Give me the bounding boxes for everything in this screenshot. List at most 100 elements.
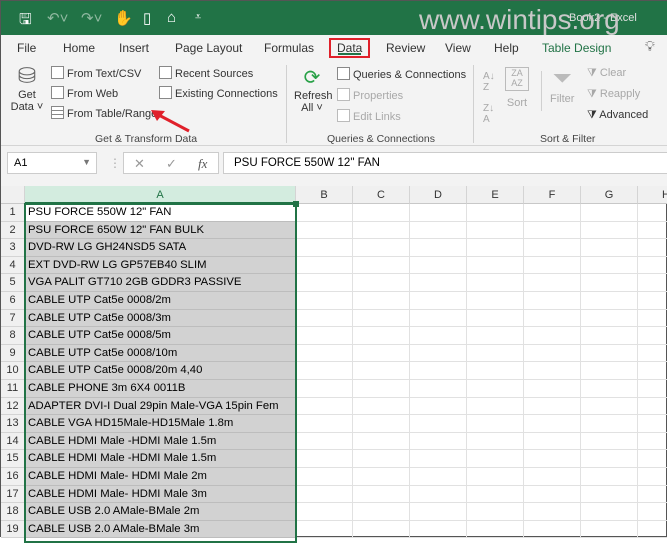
sort-button[interactable]: ZA AZ Sort	[505, 67, 529, 109]
empty-cell[interactable]	[638, 310, 667, 328]
empty-cell[interactable]	[581, 397, 638, 416]
empty-cell[interactable]	[296, 415, 353, 433]
empty-cell[interactable]	[524, 221, 581, 240]
empty-cell[interactable]	[353, 468, 410, 486]
empty-cell[interactable]	[524, 309, 581, 328]
empty-cell[interactable]	[296, 204, 353, 222]
empty-cell[interactable]	[467, 362, 524, 380]
empty-cell[interactable]	[524, 397, 581, 416]
empty-cell[interactable]	[638, 503, 667, 521]
row-header[interactable]: 8	[1, 327, 25, 345]
empty-cell[interactable]	[296, 520, 353, 539]
empty-cell[interactable]	[467, 485, 524, 504]
empty-cell[interactable]	[353, 292, 410, 310]
empty-cell[interactable]	[524, 450, 581, 468]
empty-cell[interactable]	[581, 503, 638, 521]
empty-cell[interactable]	[467, 503, 524, 521]
recent-sources-button[interactable]: Recent Sources	[159, 66, 253, 80]
cell-a[interactable]: PSU FORCE 550W 12" FAN	[25, 204, 296, 222]
cancel-icon[interactable]: ✕	[134, 156, 145, 172]
existing-connections-button[interactable]: Existing Connections	[159, 86, 278, 100]
empty-cell[interactable]	[410, 450, 467, 468]
empty-cell[interactable]	[410, 239, 467, 257]
from-table-range-button[interactable]: From Table/Range	[51, 106, 157, 120]
from-web-button[interactable]: From Web	[51, 86, 118, 100]
empty-cell[interactable]	[353, 362, 410, 380]
empty-cell[interactable]	[296, 432, 353, 451]
row-header[interactable]: 6	[1, 292, 25, 310]
cell-a[interactable]: CABLE HDMI Male -HDMI Male 1.5m	[25, 432, 296, 451]
empty-cell[interactable]	[353, 256, 410, 275]
empty-cell[interactable]	[410, 327, 467, 345]
empty-cell[interactable]	[524, 503, 581, 521]
empty-cell[interactable]	[638, 468, 667, 486]
cell-a[interactable]: CABLE PHONE 3m 6X4 0011B	[25, 380, 296, 398]
empty-cell[interactable]	[410, 485, 467, 504]
empty-cell[interactable]	[638, 415, 667, 433]
row-header[interactable]: 19	[1, 520, 25, 539]
empty-cell[interactable]	[296, 256, 353, 275]
empty-cell[interactable]	[467, 415, 524, 433]
empty-cell[interactable]	[581, 221, 638, 240]
empty-cell[interactable]	[581, 520, 638, 539]
empty-cell[interactable]	[410, 256, 467, 275]
empty-cell[interactable]	[467, 274, 524, 292]
empty-cell[interactable]	[296, 327, 353, 345]
row-header[interactable]: 16	[1, 468, 25, 486]
row-header[interactable]: 9	[1, 344, 25, 363]
row-header[interactable]: 3	[1, 239, 25, 257]
save-icon[interactable]: 🖫	[19, 9, 32, 34]
empty-cell[interactable]	[524, 468, 581, 486]
empty-cell[interactable]	[581, 362, 638, 380]
empty-cell[interactable]	[638, 398, 667, 416]
column-header-e[interactable]: E	[467, 186, 524, 204]
name-box[interactable]: A1 ▼	[7, 152, 97, 174]
row-header[interactable]: 7	[1, 309, 25, 328]
empty-cell[interactable]	[410, 415, 467, 433]
empty-cell[interactable]	[581, 204, 638, 222]
row-header[interactable]: 12	[1, 397, 25, 416]
column-header-a[interactable]: A	[25, 186, 296, 204]
empty-cell[interactable]	[467, 344, 524, 363]
refresh-all-button[interactable]: ⟳ Refresh All ˅	[294, 65, 333, 114]
empty-cell[interactable]	[410, 221, 467, 240]
empty-cell[interactable]	[467, 327, 524, 345]
empty-cell[interactable]	[581, 327, 638, 345]
fill-handle[interactable]	[293, 201, 299, 207]
row-header[interactable]: 1	[1, 204, 25, 222]
empty-cell[interactable]	[467, 292, 524, 310]
empty-cell[interactable]	[467, 221, 524, 240]
new-file-icon[interactable]: ▯	[143, 9, 151, 27]
empty-cell[interactable]	[638, 362, 667, 380]
enter-icon[interactable]: ✓	[166, 156, 177, 172]
row-header[interactable]: 18	[1, 503, 25, 521]
empty-cell[interactable]	[524, 380, 581, 398]
empty-cell[interactable]	[524, 362, 581, 380]
cell-a[interactable]: CABLE UTP Cat5e 0008/5m	[25, 327, 296, 345]
column-header-b[interactable]: B	[296, 186, 353, 204]
empty-cell[interactable]	[467, 450, 524, 468]
open-folder-icon[interactable]: ⌂	[167, 9, 176, 26]
empty-cell[interactable]	[581, 344, 638, 363]
empty-cell[interactable]	[581, 256, 638, 275]
empty-cell[interactable]	[410, 380, 467, 398]
row-header[interactable]: 4	[1, 256, 25, 275]
tab-table-design[interactable]: Table Design	[542, 41, 611, 55]
chevron-down-icon[interactable]: ▼	[82, 157, 91, 167]
empty-cell[interactable]	[353, 344, 410, 363]
empty-cell[interactable]	[581, 432, 638, 451]
cell-a[interactable]: CABLE UTP Cat5e 0008/3m	[25, 309, 296, 328]
empty-cell[interactable]	[638, 222, 667, 240]
empty-cell[interactable]	[410, 503, 467, 521]
empty-cell[interactable]	[581, 380, 638, 398]
empty-cell[interactable]	[581, 239, 638, 257]
properties-button[interactable]: Properties	[337, 88, 403, 102]
formula-input[interactable]: PSU FORCE 550W 12" FAN	[223, 152, 667, 174]
empty-cell[interactable]	[581, 309, 638, 328]
empty-cell[interactable]	[353, 415, 410, 433]
empty-cell[interactable]	[467, 397, 524, 416]
empty-cell[interactable]	[296, 292, 353, 310]
empty-cell[interactable]	[524, 256, 581, 275]
empty-cell[interactable]	[410, 468, 467, 486]
empty-cell[interactable]	[467, 256, 524, 275]
